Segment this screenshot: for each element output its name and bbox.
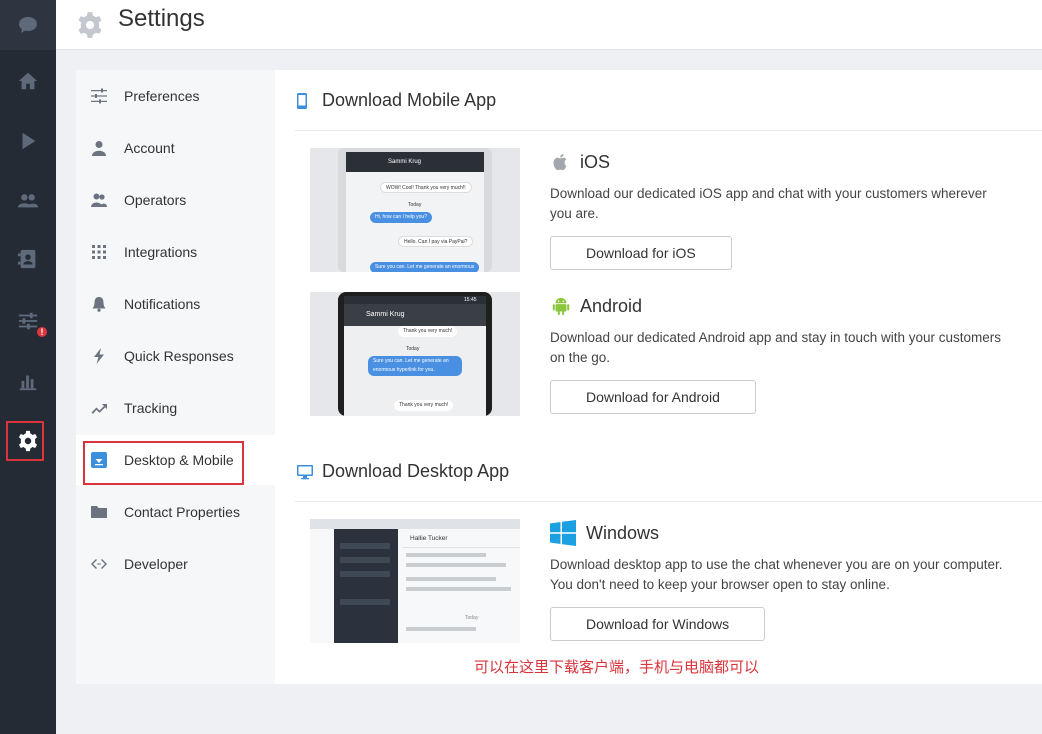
nav-item-notifications[interactable]: Notifications <box>76 279 275 329</box>
download-windows-button[interactable]: Download for Windows <box>550 607 766 641</box>
nav-item-label: Preferences <box>124 88 200 104</box>
reports-icon[interactable] <box>0 358 56 404</box>
chat-bubble-icon <box>19 17 37 33</box>
ios-title: iOS <box>550 148 1020 176</box>
nav-item-label: Notifications <box>124 296 201 312</box>
desktop-section-title: Download Desktop App <box>297 461 509 482</box>
android-screenshot: 15:45 Sammi Krug Thank you very much! To… <box>310 292 520 416</box>
page-header: Settings <box>56 0 1042 50</box>
nav-item-operators[interactable]: Operators <box>76 175 275 225</box>
chat-bubble: Thank you very much! <box>394 400 454 411</box>
android-app-row: 15:45 Sammi Krug Thank you very much! To… <box>310 292 1030 416</box>
ios-app-row: Sammi Krug WOW! Cool! Thank you very muc… <box>310 148 1030 272</box>
android-description: Download our dedicated Android app and s… <box>550 330 1002 365</box>
chat-day-label: Today <box>465 615 479 621</box>
ios-name: iOS <box>580 151 611 172</box>
trend-icon <box>76 400 122 416</box>
android-title: Android <box>550 292 1020 320</box>
operators-icon <box>76 192 122 208</box>
ios-info: iOS Download our dedicated iOS app and c… <box>550 148 1020 270</box>
chat-bubble: Hello. Can I pay via PayPal? <box>398 236 474 247</box>
user-icon <box>76 140 122 156</box>
nav-item-label: Operators <box>124 192 187 208</box>
folder-icon <box>76 504 122 520</box>
settings-content: Download Mobile App Sammi Krug WOW! Cool… <box>275 70 1042 684</box>
lightning-icon <box>76 348 122 364</box>
windows-info: Windows Download desktop app to use the … <box>550 519 1020 641</box>
visitors-icon[interactable] <box>0 178 56 224</box>
android-name: Android <box>580 295 643 316</box>
android-icon <box>550 295 572 317</box>
ios-screenshot: Sammi Krug WOW! Cool! Thank you very muc… <box>310 148 520 272</box>
chat-bubble: Hi, how can I help you? <box>370 212 432 223</box>
mobile-section-title: Download Mobile App <box>297 90 496 111</box>
chat-bubble: Thank you very much! <box>398 326 458 337</box>
nav-item-label: Quick Responses <box>124 348 234 364</box>
nav-item-integrations[interactable]: Integrations <box>76 227 275 277</box>
annotation-note: 可以在这里下载客户端，手机与电脑都可以 <box>474 658 760 676</box>
gear-icon <box>76 11 104 39</box>
windows-name: Windows <box>586 522 660 543</box>
app-rail: ! <box>0 0 56 734</box>
preferences-icon <box>76 88 122 104</box>
nav-item-quick-responses[interactable]: Quick Responses <box>76 331 275 381</box>
settings-highlight-box <box>6 421 44 461</box>
nav-item-label: Account <box>124 140 175 156</box>
nav-item-label: Integrations <box>124 244 198 260</box>
divider <box>295 501 1042 502</box>
nav-item-label: Contact Properties <box>124 504 240 520</box>
divider <box>295 130 1042 131</box>
contacts-icon[interactable] <box>0 236 56 282</box>
android-info: Android Download our dedicated Android a… <box>550 292 1020 414</box>
chat-contact-name: Sammi Krug <box>388 159 422 165</box>
nav-item-tracking[interactable]: Tracking <box>76 383 275 433</box>
settings-sidenav: Preferences Account Operators Integratio… <box>76 70 275 684</box>
windows-screenshot: Hallie Tucker Today <box>310 519 520 643</box>
nav-item-developer[interactable]: Developer <box>76 539 275 589</box>
chat-logo[interactable] <box>0 0 56 50</box>
nav-item-contact-properties[interactable]: Contact Properties <box>76 487 275 537</box>
chat-day-label: Today <box>406 346 420 352</box>
monitor-icon <box>297 464 313 479</box>
nav-item-preferences[interactable]: Preferences <box>76 71 275 121</box>
desktop-mobile-highlight-box <box>83 441 244 485</box>
chat-bubble: Sure you can. Let me generate an enormou… <box>370 262 480 272</box>
bell-icon <box>76 296 122 312</box>
chat-day-label: Today <box>408 202 422 208</box>
nav-item-label: Developer <box>124 556 188 572</box>
page-title: Settings <box>118 4 205 32</box>
windows-icon <box>550 520 576 546</box>
chat-bubble: Sure you can. Let me generate an enormou… <box>368 356 462 376</box>
download-ios-button[interactable]: Download for iOS <box>550 236 732 270</box>
download-android-button[interactable]: Download for Android <box>550 380 756 414</box>
settings-panel: Preferences Account Operators Integratio… <box>76 70 1042 684</box>
ios-description: Download our dedicated iOS app and chat … <box>550 186 987 221</box>
chat-contact-name: Sammi Krug <box>366 311 405 318</box>
chat-contact-name: Hallie Tucker <box>410 535 448 542</box>
windows-title: Windows <box>550 519 1020 547</box>
mobile-phone-icon <box>297 92 307 109</box>
play-icon[interactable] <box>0 118 56 164</box>
windows-description: Download desktop app to use the chat whe… <box>550 557 1003 592</box>
sliders-icon[interactable] <box>0 298 56 344</box>
home-icon[interactable] <box>0 58 56 104</box>
nav-item-label: Tracking <box>124 400 178 416</box>
status-time: 15:45 <box>464 297 477 303</box>
section-title-text: Download Desktop App <box>322 461 510 481</box>
chat-bubble: WOW! Cool! Thank you very much!! <box>380 182 472 193</box>
windows-app-row: Hallie Tucker Today Windows Download des… <box>310 519 1030 643</box>
alert-badge: ! <box>36 326 48 338</box>
grid-icon <box>76 244 122 260</box>
code-icon <box>76 556 122 572</box>
nav-item-account[interactable]: Account <box>76 123 275 173</box>
section-title-text: Download Mobile App <box>322 90 497 110</box>
apple-icon <box>550 151 572 173</box>
